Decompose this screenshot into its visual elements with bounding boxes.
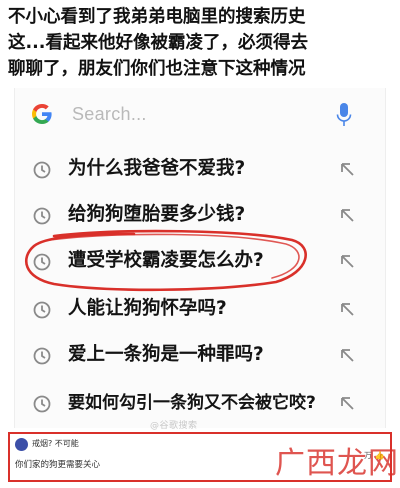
search-input[interactable]: Search... (72, 104, 147, 125)
fill-query-arrow-icon[interactable] (338, 206, 356, 224)
screenshot-watermark: @谷歌搜索 (150, 421, 198, 431)
history-clock-icon (33, 207, 51, 225)
red-highlight-circle (25, 229, 307, 292)
history-suggestion-item[interactable]: 为什么我爸爸不爱我? (14, 150, 386, 194)
history-clock-icon (33, 347, 51, 365)
post-caption: 不小心看到了我弟弟电脑里的搜索历史 这...看起来他好像被霸凌了，必须得去 聊聊… (8, 4, 396, 82)
history-clock-icon (33, 395, 51, 413)
fill-query-arrow-icon[interactable] (338, 346, 356, 364)
suggestion-label: 人能让狗狗怀孕吗? (68, 298, 227, 319)
like-count[interactable]: 万 👍 (364, 450, 385, 461)
ad-banner[interactable]: 戒烟? 不可能 你们家的狗更需要关心 广西龙网 万 👍 (8, 432, 398, 482)
history-suggestion-item[interactable]: 爱上一条狗是一种罪吗? (14, 336, 386, 380)
post-image: 不小心看到了我弟弟电脑里的搜索历史 这...看起来他好像被霸凌了，必须得去 聊聊… (0, 0, 400, 488)
suggestion-label: 为什么我爸爸不爱我? (68, 158, 246, 179)
avatar (15, 438, 28, 451)
ad-title: 戒烟? 不可能 (32, 439, 79, 448)
microphone-icon[interactable] (336, 102, 352, 128)
google-g-icon (32, 104, 52, 124)
caption-line: 聊聊了，朋友们你们也注意下这种情况 (8, 59, 306, 79)
history-suggestion-item[interactable]: 人能让狗狗怀孕吗? (14, 290, 386, 334)
history-clock-icon (33, 161, 51, 179)
suggestion-label: 给狗狗堕胎要多少钱? (68, 204, 246, 225)
suggestion-label: 爱上一条狗是一种罪吗? (68, 344, 264, 365)
history-clock-icon (33, 301, 51, 319)
fill-query-arrow-icon[interactable] (338, 300, 356, 318)
suggestion-label: 要如何勾引一条狗又不会被它咬? (68, 393, 316, 413)
ad-subtitle: 你们家的狗更需要关心 (15, 460, 101, 470)
fill-query-arrow-icon[interactable] (338, 252, 356, 270)
caption-line: 不小心看到了我弟弟电脑里的搜索历史 (8, 7, 306, 27)
history-suggestion-item[interactable]: 要如何勾引一条狗又不会被它咬? (14, 384, 386, 428)
fill-query-arrow-icon[interactable] (338, 394, 356, 412)
caption-line: 这...看起来他好像被霸凌了，必须得去 (8, 33, 308, 53)
search-bar[interactable]: Search... (14, 98, 386, 132)
fill-query-arrow-icon[interactable] (338, 160, 356, 178)
